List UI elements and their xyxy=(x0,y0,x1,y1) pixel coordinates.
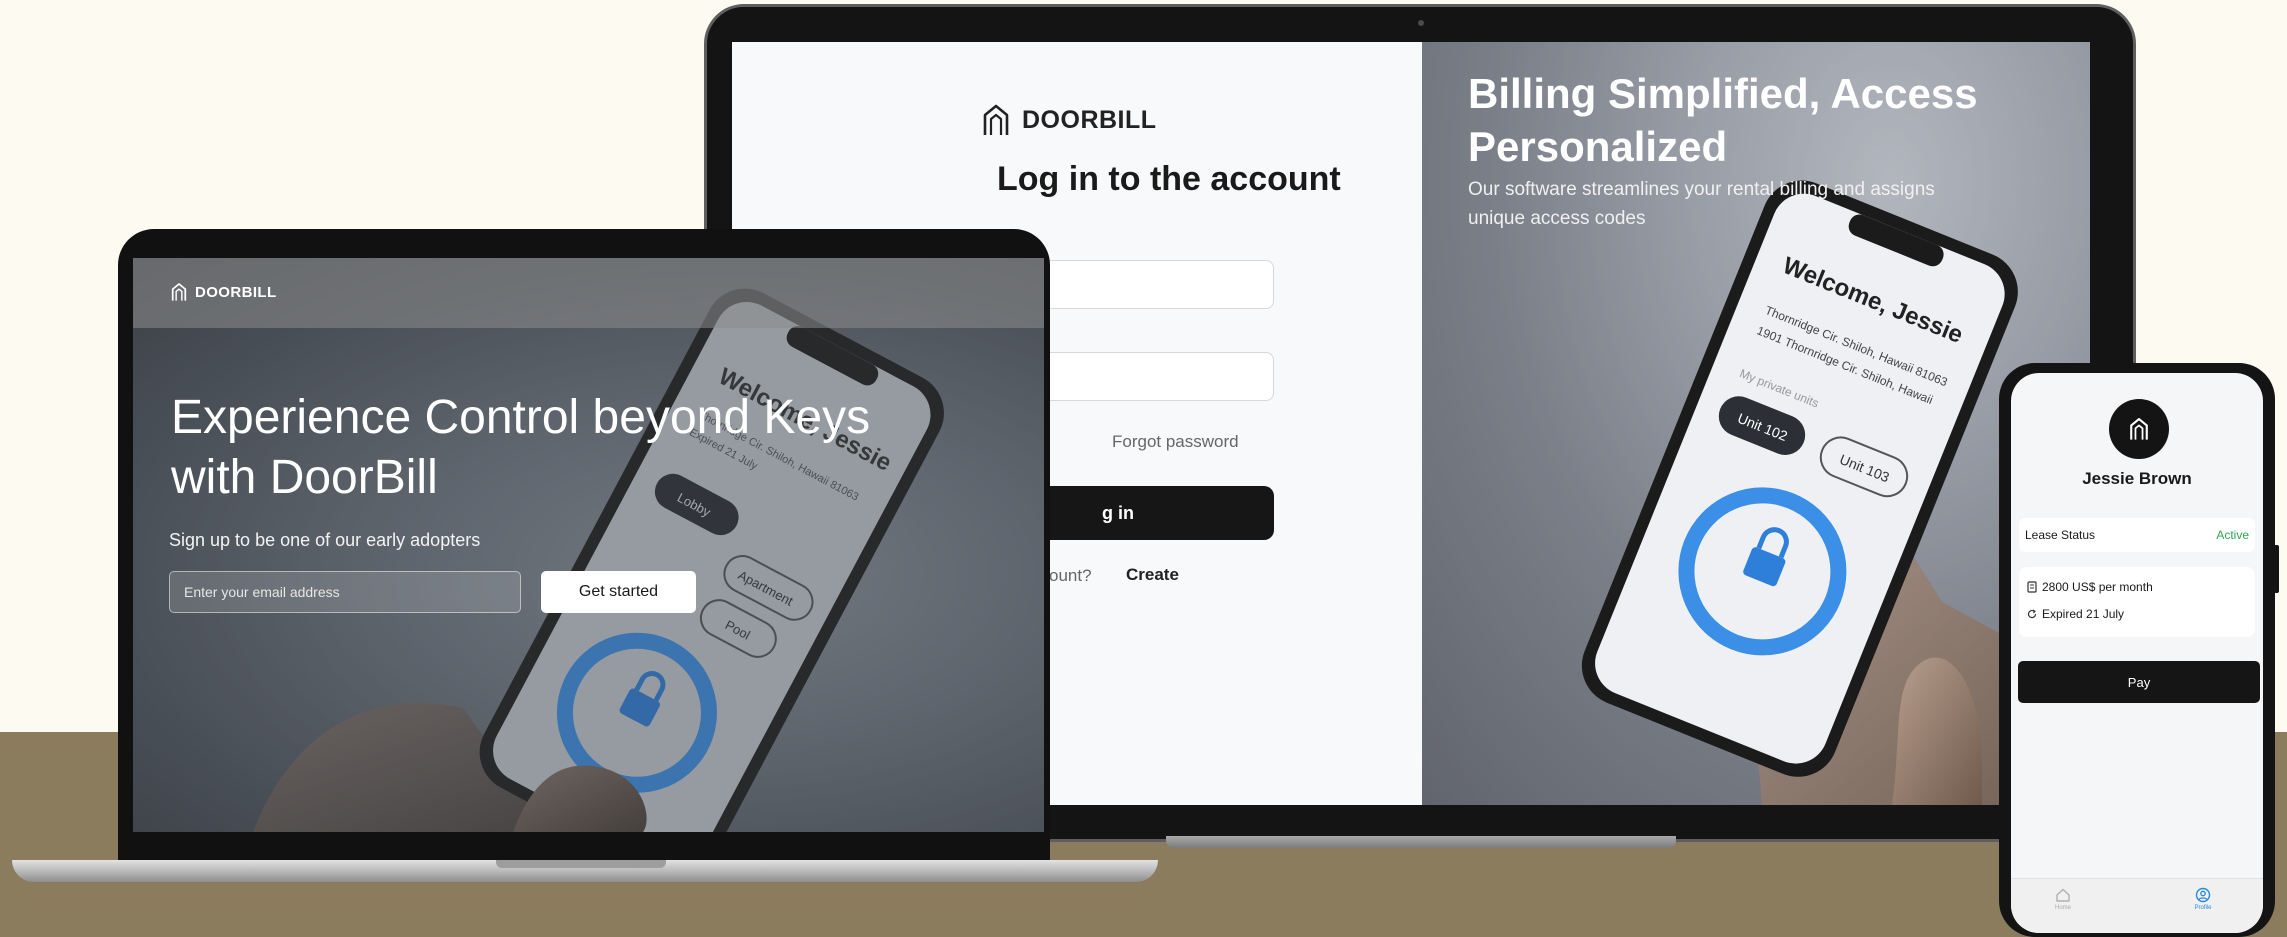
profile-icon xyxy=(2195,887,2211,903)
pay-button[interactable]: Pay xyxy=(2018,661,2260,703)
phone-tab-bar: Home Profile xyxy=(2011,878,2263,933)
phone-side-button xyxy=(2274,545,2279,593)
webcam xyxy=(1418,20,1424,26)
navbar-brand-text: DOORBILL xyxy=(195,283,277,301)
hero-subtitle: Our software streamlines your rental bil… xyxy=(1468,179,1935,229)
tab-profile-label: Profile xyxy=(2194,905,2212,911)
back-laptop-base xyxy=(1166,836,1676,848)
tab-home[interactable]: Home xyxy=(2033,887,2093,911)
lease-status-row: Lease Status Active xyxy=(2019,518,2255,552)
tab-profile[interactable]: Profile xyxy=(2173,887,2233,911)
front-hero-subtitle: Sign up to be one of our early adopters xyxy=(169,530,481,550)
avatar[interactable] xyxy=(2109,399,2169,459)
create-account-link[interactable]: Create xyxy=(1126,565,1179,585)
hero-title: Billing Simplified, Access Personalized xyxy=(1468,70,1978,170)
login-title: Log in to the account xyxy=(997,160,1341,198)
login-brand-text: DOORBILL xyxy=(1022,105,1157,134)
front-hero-title: Experience Control beyond Keys with Door… xyxy=(171,391,871,504)
phone-screen: Jessie Brown Lease Status Active 2800 US… xyxy=(2011,373,2263,933)
lease-status-label: Lease Status xyxy=(2025,528,2096,542)
login-brand: DOORBILL xyxy=(982,100,1157,140)
navbar-brand[interactable]: DOORBILL xyxy=(171,282,277,302)
forgot-password-link[interactable]: Forgot password xyxy=(1112,432,1239,452)
expiry-line: Expired 21 July xyxy=(2027,607,2124,621)
lease-details-card: 2800 US$ per month Expired 21 July xyxy=(2019,567,2255,637)
get-started-button[interactable]: Get started xyxy=(541,571,696,613)
front-laptop-screen: Welcome, Jessie Thornridge Cir. Shiloh, … xyxy=(133,258,1044,832)
front-laptop-navbar: DOORBILL xyxy=(133,258,1044,328)
home-icon xyxy=(2056,888,2070,902)
receipt-icon xyxy=(2027,581,2037,593)
expiry-text: Expired 21 July xyxy=(2042,607,2125,621)
profile-name: Jessie Brown xyxy=(2082,469,2192,488)
lease-status-value: Active xyxy=(2216,528,2249,542)
doorbill-logo-icon xyxy=(171,283,187,301)
refresh-icon xyxy=(2027,609,2037,619)
price-text: 2800 US$ per month xyxy=(2042,580,2153,594)
tab-home-label: Home xyxy=(2054,905,2071,911)
login-button-label: g in xyxy=(1102,502,1134,523)
doorbill-logo-icon xyxy=(983,104,1009,135)
price-line: 2800 US$ per month xyxy=(2027,580,2153,594)
doorbill-logo-icon xyxy=(2130,418,2148,440)
email-signup-input[interactable] xyxy=(169,571,521,613)
front-laptop-notch xyxy=(496,860,666,868)
